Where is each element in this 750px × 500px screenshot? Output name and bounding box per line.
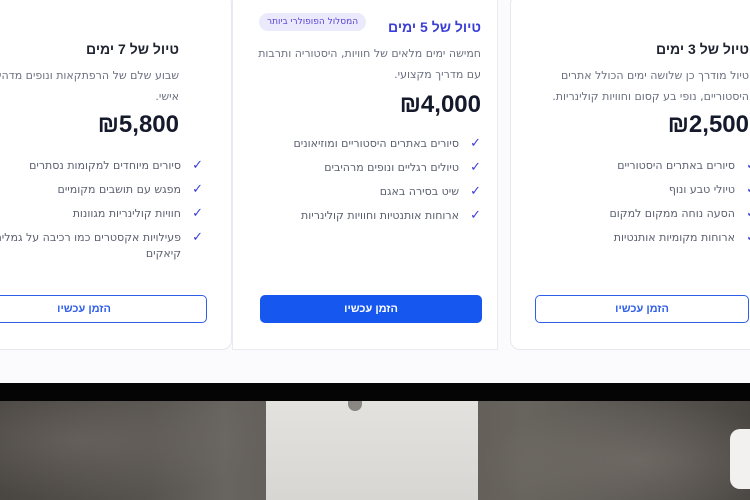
- feature-item: ✓ מפגש עם תושבים מקומיים: [57, 182, 203, 197]
- check-icon: ✓: [192, 230, 203, 245]
- feature-item: ✓ סיורים מיוחדים למקומות נסתרים: [29, 158, 203, 173]
- check-icon: ✓: [743, 183, 750, 197]
- check-icon: ✓: [743, 207, 750, 221]
- check-icon: ✓: [470, 136, 481, 151]
- section-divider: [0, 383, 750, 401]
- feature-item: ✓ ארוחות אותנטיות וחוויות קולינריות: [301, 208, 481, 223]
- feature-list: ✓סיורים באתרים היסטוריים ✓טיולי טבע ונוף…: [557, 158, 750, 254]
- feature-item: ✓סיורים באתרים היסטוריים: [557, 158, 750, 174]
- plan-description: חמישה ימים מלאים של חוויות, היסטוריה ותר…: [258, 47, 481, 81]
- plan-description: טיול מודרך כן שלושה ימים הכולל אתרים היס…: [552, 69, 749, 103]
- plan-price: ₪4,000: [399, 91, 481, 118]
- plan-description: שבוע שלם של הרפתקאות ונופים מדהימים עם מ…: [0, 69, 179, 103]
- check-icon: ✓: [743, 159, 750, 173]
- feature-item: ✓ טיולים רגליים ונופים מרהיבים: [324, 160, 481, 175]
- check-icon: ✓: [743, 231, 750, 245]
- plan-price: ₪5,800: [97, 111, 179, 138]
- feature-item: ✓ סיורים באתרים היסטוריים ומוזיאונים: [293, 136, 481, 151]
- feature-item: ✓טיולי טבע ונוף: [557, 182, 750, 198]
- book-now-button[interactable]: הזמן עכשיו: [0, 295, 207, 323]
- background-photo: [0, 401, 750, 500]
- feature-item: ✓הסעה נוחה ממקום למקום: [557, 206, 750, 222]
- popular-badge: המסלול הפופולרי ביותר: [259, 13, 367, 31]
- check-icon: ✓: [470, 184, 481, 199]
- plan-price: ₪2,500: [667, 111, 749, 138]
- check-icon: ✓: [470, 160, 481, 175]
- check-icon: ✓: [192, 182, 203, 197]
- feature-item: ✓ חוויות קולינריות מגוונות: [72, 206, 203, 221]
- check-icon: ✓: [192, 158, 203, 173]
- check-icon: ✓: [470, 208, 481, 223]
- check-icon: ✓: [192, 206, 203, 221]
- feature-list: ✓ סיורים באתרים היסטוריים ומוזיאונים ✓ טיו…: [245, 136, 481, 232]
- book-now-button[interactable]: הזמן עכשיו: [535, 295, 749, 323]
- plan-title: טיול של 3 ימים: [656, 41, 749, 57]
- plan-card-5-days: טיול של 5 ימים המסלול הפופולרי ביותר חמי…: [232, 0, 498, 350]
- feature-item: ✓פעילויות אקסטרים כמו רכיבה על גמלים ושי…: [0, 230, 203, 261]
- book-now-button[interactable]: הזמן עכשיו: [260, 295, 482, 323]
- plan-title: טיול של 5 ימים: [388, 19, 481, 35]
- feature-item: ✓ שיט בסירה באגם: [379, 184, 481, 199]
- feature-list: ✓ סיורים מיוחדים למקומות נסתרים ✓ מפגש עם …: [0, 158, 203, 270]
- plan-card-3-days: טיול של 3 ימים טיול מודרך כן שלושה ימים …: [510, 0, 750, 350]
- feature-item: ✓ארוחות מקומיות אותנטיות: [557, 230, 750, 246]
- plan-card-7-days: טיול של 7 ימים שבוע שלם של הרפתקאות ונופ…: [0, 0, 232, 350]
- pricing-section: טיול של 7 ימים שבוע שלם של הרפתקאות ונופ…: [0, 0, 750, 383]
- plan-title: טיול של 7 ימים: [86, 41, 179, 57]
